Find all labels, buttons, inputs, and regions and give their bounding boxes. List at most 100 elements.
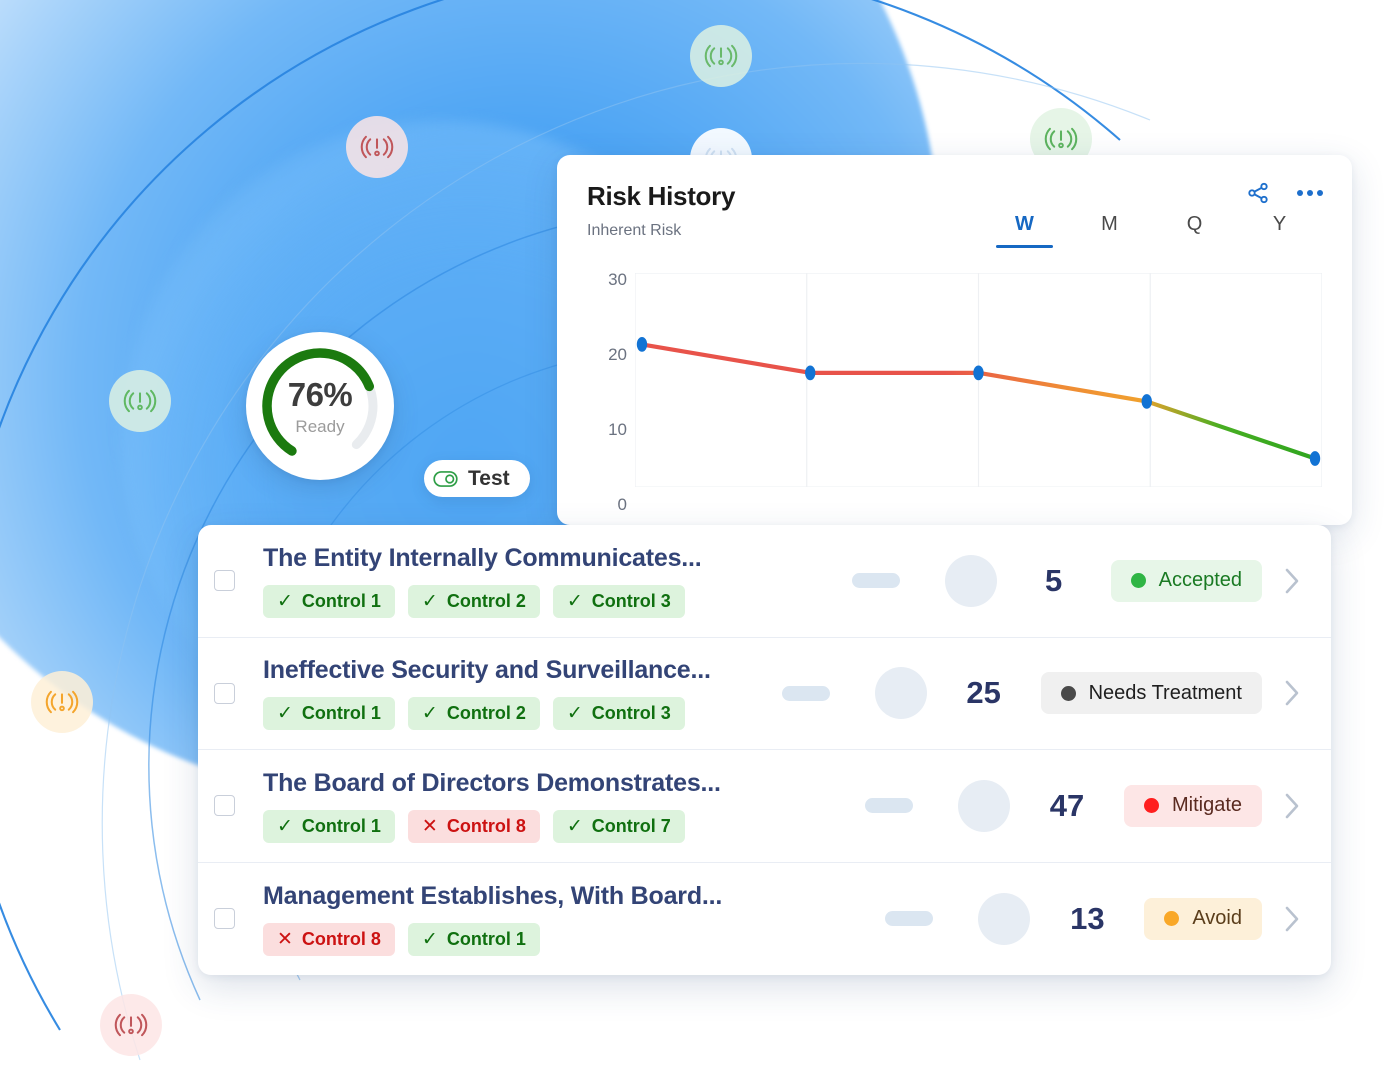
row-main: Ineffective Security and Surveillance...… [263, 656, 782, 731]
tab-year[interactable]: Y [1237, 213, 1322, 248]
check-icon: ✓ [421, 703, 438, 725]
risk-score: 47 [1049, 787, 1085, 823]
tab-month[interactable]: M [1067, 213, 1152, 248]
control-chip-pass[interactable]: ✓ Control 7 [552, 809, 685, 843]
skeleton-pill [885, 911, 934, 927]
risk-score: 25 [966, 675, 1001, 711]
status-badge[interactable]: Needs Treatment [1040, 672, 1262, 715]
row-title: The Entity Internally Communicates... [263, 543, 702, 572]
test-pill[interactable]: Test [424, 460, 530, 497]
y-tick-20: 20 [608, 344, 627, 364]
skeleton-pill [781, 685, 830, 701]
status-badge[interactable]: Mitigate [1123, 784, 1262, 827]
check-icon: ✓ [277, 815, 293, 837]
control-chip-label: Control 1 [301, 590, 381, 611]
share-icon[interactable] [1246, 181, 1270, 205]
table-row[interactable]: The Entity Internally Communicates... ✓ Co… [198, 525, 1331, 638]
control-chip-label: Control 8 [301, 928, 381, 949]
control-chip-label: Control 3 [591, 590, 671, 611]
card-actions [1246, 181, 1324, 205]
avatar [874, 667, 927, 720]
status-badge[interactable]: Accepted [1110, 559, 1262, 602]
control-chip-pass[interactable]: ✓ Control 1 [263, 584, 395, 618]
row-main: Management Establishes, With Board... ✕ Co… [263, 882, 885, 956]
control-chip-pass[interactable]: ✓ Control 3 [552, 584, 685, 618]
risk-node-mid-left[interactable] [109, 370, 171, 432]
status-badge-label: Needs Treatment [1088, 681, 1242, 704]
table-row[interactable]: The Board of Directors Demonstrates... ✓ C… [198, 750, 1331, 863]
risk-signal-icon [45, 690, 79, 714]
chart-data-point[interactable] [973, 365, 984, 381]
risk-node-top-center[interactable] [690, 25, 752, 87]
row-main: The Board of Directors Demonstrates... ✓ C… [263, 769, 865, 843]
check-icon: ✓ [566, 815, 583, 837]
row-checkbox[interactable] [214, 570, 235, 592]
control-chip-label: Control 1 [301, 815, 381, 836]
chevron-right-icon[interactable] [1262, 679, 1301, 707]
row-title: Management Establishes, With Board... [263, 881, 723, 910]
risk-node-bottom-left[interactable] [100, 994, 162, 1056]
status-dot [1143, 798, 1159, 814]
status-dot [1060, 685, 1076, 701]
risk-signal-icon [1044, 127, 1078, 151]
status-badge-label: Accepted [1158, 569, 1242, 592]
control-chip-pass[interactable]: ✓ Control 2 [407, 584, 540, 618]
avatar [957, 779, 1010, 832]
row-checkbox[interactable] [214, 908, 235, 930]
check-icon: ✓ [277, 703, 293, 725]
chart-data-point[interactable] [636, 336, 648, 352]
tab-quarter[interactable]: Q [1152, 213, 1237, 248]
risk-signal-icon [360, 135, 394, 159]
chevron-right-icon[interactable] [1262, 905, 1301, 933]
chart-data-point[interactable] [805, 365, 816, 381]
tab-week[interactable]: W [982, 213, 1067, 248]
control-chip-label: Control 7 [591, 815, 671, 836]
control-chip-pass[interactable]: ✓ Control 1 [407, 922, 540, 956]
row-checkbox[interactable] [214, 682, 235, 704]
table-row[interactable]: Ineffective Security and Surveillance...… [198, 638, 1331, 750]
row-title: The Board of Directors Demonstrates... [263, 768, 721, 797]
chevron-right-icon[interactable] [1262, 567, 1301, 595]
more-options-icon[interactable] [1296, 189, 1324, 197]
y-tick-0: 0 [617, 495, 627, 515]
risk-history-chart: 30 20 10 0 [587, 269, 1322, 514]
control-chip-label: Control 2 [446, 590, 526, 611]
control-chip-label: Control 8 [446, 815, 526, 836]
status-badge-label: Avoid [1192, 907, 1242, 930]
control-chip-fail[interactable]: ✕ Control 8 [407, 809, 540, 843]
control-chip-pass[interactable]: ✓ Control 1 [263, 697, 395, 731]
avatar [978, 892, 1031, 945]
control-chip-fail[interactable]: ✕ Control 8 [263, 922, 395, 956]
skeleton-pill [864, 798, 913, 814]
control-chips: ✓ Control 1 ✓ Control 2 ✓ Control 3 [263, 697, 782, 731]
status-badge[interactable]: Avoid [1144, 897, 1262, 940]
chart-data-point[interactable] [1141, 394, 1152, 409]
control-chip-pass[interactable]: ✓ Control 3 [552, 697, 685, 731]
chart-data-point[interactable] [1309, 451, 1321, 466]
row-title: Ineffective Security and Surveillance... [263, 656, 711, 685]
test-pill-label: Test [468, 466, 510, 490]
risk-signal-icon [114, 1013, 148, 1037]
row-checkbox[interactable] [214, 795, 235, 817]
share-icon-glyph [1248, 182, 1268, 204]
control-chips: ✓ Control 1 ✕ Control 8 ✓ Control 7 [263, 809, 865, 843]
avatar [944, 554, 997, 607]
risk-node-top-left[interactable] [346, 116, 408, 178]
status-badge-label: Mitigate [1171, 794, 1242, 817]
table-row[interactable]: Management Establishes, With Board... ✕ Co… [198, 863, 1331, 976]
skeleton-pill [851, 573, 900, 589]
gauge-status: Ready [295, 416, 345, 436]
y-tick-30: 30 [608, 269, 627, 289]
check-icon: ✓ [277, 590, 293, 612]
control-chip-pass[interactable]: ✓ Control 1 [263, 809, 395, 843]
gauge-text: 76% Ready [288, 378, 353, 435]
risk-list-rows: The Entity Internally Communicates... ✓ Co… [198, 525, 1331, 975]
cross-icon: ✕ [277, 928, 293, 950]
risk-node-left-lower[interactable] [31, 671, 93, 733]
chevron-right-icon[interactable] [1262, 792, 1301, 820]
readiness-gauge[interactable]: 76% Ready [246, 332, 394, 480]
control-chip-pass[interactable]: ✓ Control 2 [407, 697, 540, 731]
y-tick-10: 10 [608, 420, 627, 440]
risk-signal-icon [704, 44, 738, 68]
row-main: The Entity Internally Communicates... ✓ Co… [263, 544, 852, 618]
